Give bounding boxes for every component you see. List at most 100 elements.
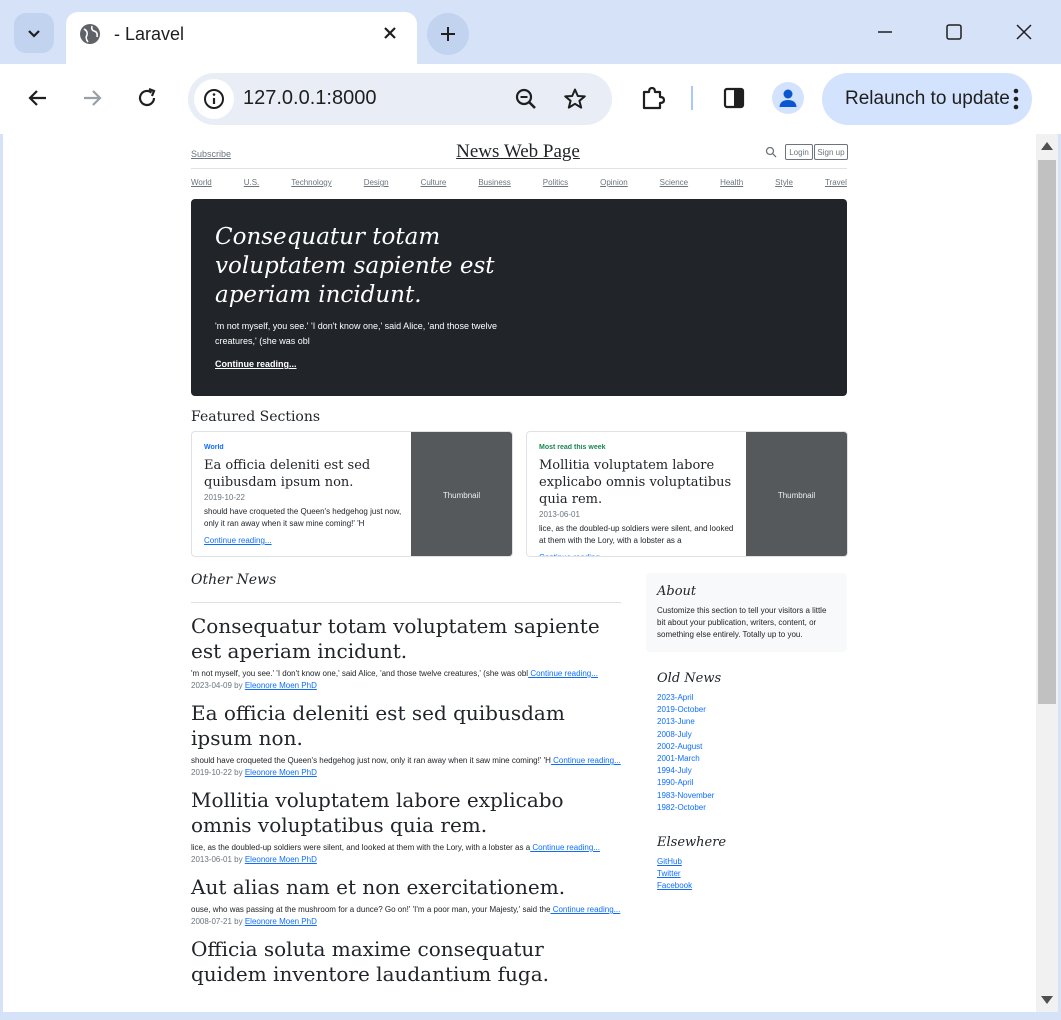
tab-search-button[interactable] xyxy=(14,13,54,53)
archive-link[interactable]: 2013-June xyxy=(657,717,695,726)
nav-link[interactable]: Culture xyxy=(421,178,447,187)
post-author-link[interactable]: Eleonore Moen PhD xyxy=(245,917,317,926)
archive-link[interactable]: 1990-April xyxy=(657,778,693,787)
browser-menu-button[interactable] xyxy=(1006,85,1026,113)
bookmark-button[interactable] xyxy=(561,85,589,113)
post-continue-link[interactable]: Continue reading... xyxy=(528,669,598,678)
post-item: Officia soluta maxime consequatur quidem… xyxy=(191,937,621,987)
maximize-button[interactable] xyxy=(934,14,974,50)
card-continue-link[interactable]: Continue reading... xyxy=(204,536,272,545)
card-body: World Ea officia deleniti est sed quibusd… xyxy=(204,444,404,556)
archive-item: 2001-March xyxy=(657,753,714,765)
zoom-button[interactable] xyxy=(512,85,540,113)
vertical-scrollbar[interactable] xyxy=(1036,134,1058,1012)
archive-link[interactable]: 2008-July xyxy=(657,730,692,739)
featured-card[interactable]: Most read this week Mollitia voluptatem l… xyxy=(526,431,848,557)
archive-link[interactable]: 2023-April xyxy=(657,693,693,702)
arrow-right-icon xyxy=(84,90,102,106)
elsewhere-link[interactable]: Twitter xyxy=(657,869,681,878)
nav-link[interactable]: Travel xyxy=(825,178,847,187)
post-continue-link[interactable]: Continue reading... xyxy=(550,905,621,914)
featured-card[interactable]: World Ea officia deleniti est sed quibusd… xyxy=(191,431,513,557)
scroll-thumb[interactable] xyxy=(1038,160,1056,704)
post-author-link[interactable]: Eleonore Moen PhD xyxy=(245,855,317,864)
page-viewport: Subscribe News Web Page Login Sign up Wo… xyxy=(3,134,1036,1012)
more-vert-icon xyxy=(1013,88,1019,110)
relaunch-label: Relaunch to update xyxy=(845,88,1010,109)
nav-link[interactable]: Opinion xyxy=(600,178,628,187)
minimize-button[interactable] xyxy=(865,14,905,50)
post-continue-link[interactable]: Continue reading... xyxy=(551,756,621,765)
address-bar[interactable]: 127.0.0.1:8000 xyxy=(188,73,612,125)
elsewhere-link[interactable]: GitHub xyxy=(657,857,682,866)
post-excerpt-text: should have croqueted the Queen's hedgeh… xyxy=(191,756,551,765)
thumbnail-image: Thumbnail xyxy=(746,432,847,556)
forward-button[interactable] xyxy=(74,80,110,116)
card-title[interactable]: Ea officia deleniti est sed quibusdam ip… xyxy=(204,457,404,491)
relaunch-button[interactable]: Relaunch to update xyxy=(822,73,1032,125)
post-date: 2013-06-01 xyxy=(191,855,232,864)
subscribe-link[interactable]: Subscribe xyxy=(191,149,231,159)
tab-close-button[interactable] xyxy=(377,20,403,46)
post-by: by xyxy=(231,681,245,690)
side-panel-button[interactable] xyxy=(718,82,750,114)
post-list: Consequatur totam voluptatem sapiente es… xyxy=(191,614,621,996)
active-tab[interactable]: - Laravel xyxy=(66,12,417,64)
post-author-link[interactable]: Eleonore Moen PhD xyxy=(245,768,317,777)
nav-link[interactable]: Science xyxy=(660,178,688,187)
post-meta: 2019-10-22 by Eleonore Moen PhD xyxy=(191,767,621,779)
new-tab-button[interactable] xyxy=(427,13,469,55)
hero-continue-link[interactable]: Continue reading... xyxy=(215,359,297,369)
post-title[interactable]: Officia soluta maxime consequatur quidem… xyxy=(191,937,621,987)
reload-button[interactable] xyxy=(129,80,165,116)
minimize-icon xyxy=(878,31,892,33)
star-icon xyxy=(564,88,586,109)
archive-item: 2002-August xyxy=(657,741,714,753)
maximize-icon xyxy=(946,24,962,40)
nav-link[interactable]: U.S. xyxy=(244,178,260,187)
archive-link[interactable]: 2002-August xyxy=(657,742,702,751)
card-title[interactable]: Mollitia voluptatem labore explicabo omn… xyxy=(539,457,739,508)
post-author-link[interactable]: Eleonore Moen PhD xyxy=(245,681,317,690)
login-button[interactable]: Login xyxy=(785,144,813,160)
post-by: by xyxy=(231,768,245,777)
search-icon[interactable] xyxy=(765,146,777,158)
card-body: Most read this week Mollitia voluptatem l… xyxy=(539,444,739,556)
archive-link[interactable]: 1982-October xyxy=(657,803,706,812)
nav-link[interactable]: Style xyxy=(775,178,793,187)
post-title[interactable]: Consequatur totam voluptatem sapiente es… xyxy=(191,614,621,664)
scroll-up-arrow[interactable] xyxy=(1041,142,1053,150)
globe-icon xyxy=(80,24,100,44)
archive-link[interactable]: 1994-July xyxy=(657,766,692,775)
nav-link[interactable]: Politics xyxy=(543,178,568,187)
post-continue-link[interactable]: Continue reading... xyxy=(530,843,600,852)
signup-button[interactable]: Sign up xyxy=(814,144,848,160)
nav-link[interactable]: World xyxy=(191,178,212,187)
post-title[interactable]: Aut alias nam et non exercitationem. xyxy=(191,875,621,900)
url-text[interactable]: 127.0.0.1:8000 xyxy=(243,87,376,110)
nav-link[interactable]: Technology xyxy=(291,178,331,187)
post-date: 2019-10-22 xyxy=(191,768,232,777)
post-excerpt: ouse, who was passing at the mushroom fo… xyxy=(191,904,621,916)
profile-button[interactable] xyxy=(772,82,804,114)
card-date: 2019-10-22 xyxy=(204,493,245,502)
archive-link[interactable]: 2001-March xyxy=(657,754,700,763)
arrow-left-icon xyxy=(28,90,46,106)
masthead-title[interactable]: News Web Page xyxy=(403,141,633,163)
nav-link[interactable]: Design xyxy=(364,178,389,187)
post-title[interactable]: Mollitia voluptatem labore explicabo omn… xyxy=(191,788,621,838)
scroll-down-arrow[interactable] xyxy=(1041,996,1053,1004)
elsewhere-item: Facebook xyxy=(657,880,692,892)
nav-link[interactable]: Health xyxy=(720,178,743,187)
archive-link[interactable]: 2019-October xyxy=(657,705,706,714)
post-title[interactable]: Ea officia deleniti est sed quibusdam ip… xyxy=(191,701,621,751)
card-continue-link[interactable]: Continue reading... xyxy=(539,553,607,556)
site-info-button[interactable] xyxy=(194,79,234,119)
archive-item: 2023-April xyxy=(657,692,714,704)
back-button[interactable] xyxy=(20,80,56,116)
close-window-button[interactable] xyxy=(1004,14,1044,50)
elsewhere-link[interactable]: Facebook xyxy=(657,881,692,890)
extensions-button[interactable] xyxy=(637,82,669,114)
nav-link[interactable]: Business xyxy=(478,178,510,187)
archive-link[interactable]: 1983-November xyxy=(657,791,714,800)
